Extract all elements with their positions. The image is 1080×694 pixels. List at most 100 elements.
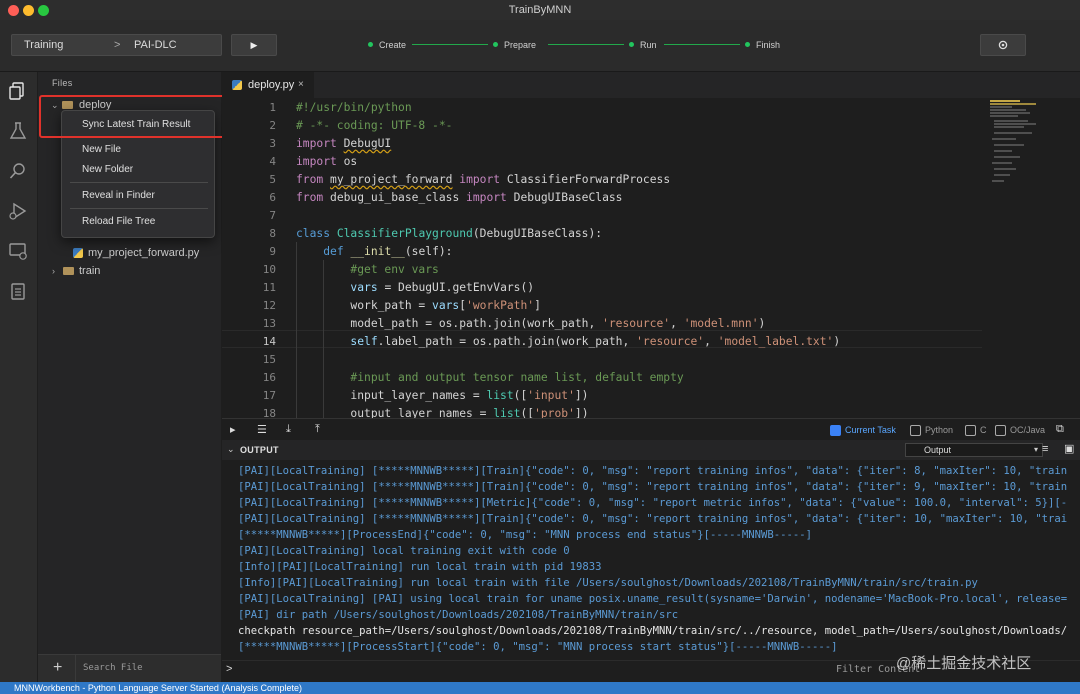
code-line: self.label_path = os.path.join(work_path… bbox=[350, 335, 841, 348]
log-line: [PAI][LocalTraining] local training exit… bbox=[238, 545, 570, 557]
search-icon[interactable] bbox=[7, 160, 29, 182]
tab-deploy-py[interactable]: deploy.py × bbox=[222, 72, 314, 98]
tree-item-my-project-forward[interactable]: my_project_forward.py bbox=[38, 244, 221, 262]
breadcrumb-pai-dlc[interactable]: PAI-DLC bbox=[134, 35, 177, 55]
explorer-header: Files bbox=[52, 78, 73, 88]
gear-icon bbox=[998, 40, 1008, 50]
breadcrumb-separator: > bbox=[114, 39, 121, 51]
search-file-input[interactable]: Search File bbox=[83, 663, 143, 673]
list-icon[interactable]: ☰ bbox=[257, 423, 267, 436]
chevron-right-icon: › bbox=[52, 266, 55, 276]
line-number: 6 bbox=[269, 191, 276, 204]
tree-item-label: my_project_forward.py bbox=[88, 247, 200, 259]
checkbox-label: Python bbox=[925, 425, 954, 435]
files-icon[interactable] bbox=[7, 80, 29, 102]
editor-tab-bar: deploy.py × bbox=[222, 72, 1080, 98]
step-connector bbox=[548, 44, 624, 45]
python-file-icon bbox=[232, 80, 242, 90]
toolbar: Training > PAI-DLC ▶ Create Prepare Run … bbox=[0, 20, 1080, 72]
log-line: [PAI][LocalTraining] [*****MNNWB*****][M… bbox=[238, 497, 1068, 509]
checkbox-label: C bbox=[980, 425, 987, 435]
line-number: 17 bbox=[262, 389, 276, 402]
chevron-down-icon: ▾ bbox=[1033, 445, 1038, 454]
code-line: # -*- coding: UTF-8 -*- bbox=[296, 119, 453, 132]
menu-item-new-file[interactable]: New File bbox=[82, 144, 121, 155]
code-line: from debug_ui_base_class import DebugUIB… bbox=[296, 191, 623, 204]
log-line: [*****MNNWB*****][ProcessEnd]{"code": 0,… bbox=[238, 529, 813, 541]
log-line: [Info][PAI][LocalTraining] run local tra… bbox=[238, 561, 602, 573]
tab-label: deploy.py bbox=[248, 79, 295, 91]
code-line: #get env vars bbox=[350, 263, 439, 276]
play-icon[interactable]: ▸ bbox=[230, 423, 236, 436]
step-prepare: Prepare bbox=[493, 39, 536, 51]
line-number: 5 bbox=[269, 173, 276, 186]
status-bar: MNNWorkbench - Python Language Server St… bbox=[0, 682, 1080, 694]
menu-item-reload-file-tree[interactable]: Reload File Tree bbox=[82, 216, 155, 227]
line-number: 9 bbox=[269, 245, 276, 258]
flask-icon[interactable] bbox=[7, 120, 29, 142]
output-title: OUTPUT bbox=[240, 445, 279, 455]
platform-breadcrumb[interactable]: Training > PAI-DLC bbox=[11, 34, 222, 56]
line-number: 3 bbox=[269, 137, 276, 150]
add-file-button[interactable]: + bbox=[53, 659, 62, 677]
tree-item-train[interactable]: › train bbox=[38, 262, 221, 280]
chevron-down-icon[interactable]: ⌄ bbox=[227, 444, 235, 455]
step-run: Run bbox=[629, 39, 657, 51]
line-number: 1 bbox=[269, 101, 276, 114]
activity-bar bbox=[0, 72, 37, 682]
output-channel-select[interactable]: Output ▾ bbox=[905, 443, 1043, 457]
log-line: checkpath resource_path=/Users/soulghost… bbox=[238, 625, 1068, 637]
checkbox-label: Current Task bbox=[845, 425, 896, 435]
debug-run-icon[interactable] bbox=[7, 200, 29, 222]
close-window-button[interactable] bbox=[8, 5, 19, 16]
log-line: [Info][PAI][LocalTraining] run local tra… bbox=[238, 577, 978, 589]
settings-button[interactable] bbox=[980, 34, 1026, 56]
log-line: [PAI][LocalTraining] [*****MNNWB*****][T… bbox=[238, 465, 1068, 477]
output-log[interactable]: [PAI][LocalTraining] [*****MNNWB*****][T… bbox=[222, 460, 1080, 660]
code-line: input_layer_names = list(['input']) bbox=[296, 389, 589, 402]
line-number: 7 bbox=[269, 209, 276, 222]
line-number: 11 bbox=[262, 281, 276, 294]
python-checkbox[interactable] bbox=[910, 425, 921, 436]
breadcrumb-training[interactable]: Training bbox=[24, 35, 63, 55]
log-line: [PAI][LocalTraining] [*****MNNWB*****][T… bbox=[238, 513, 1068, 525]
menu-item-reveal-in-finder[interactable]: Reveal in Finder bbox=[82, 190, 155, 201]
clipboard-icon[interactable] bbox=[7, 280, 29, 302]
copy-icon[interactable]: ⧉ bbox=[1056, 423, 1064, 436]
c-checkbox[interactable] bbox=[965, 425, 976, 436]
panel-toolbar: ▸ ☰ ⤓ ⤒ Current Task Python C OC/Java ⧉ bbox=[222, 418, 1080, 440]
oc-java-checkbox[interactable] bbox=[995, 425, 1006, 436]
output-panel-header: ⌄ OUTPUT Output ▾ ≡ ▣ bbox=[222, 440, 1080, 460]
log-line: [PAI][LocalTraining] [PAI] using local t… bbox=[238, 593, 1068, 605]
code-line: model_path = os.path.join(work_path, 're… bbox=[296, 317, 766, 330]
code-line: output_layer_names = list(['prob']) bbox=[296, 407, 589, 418]
log-line: [PAI] dir path /Users/soulghost/Download… bbox=[238, 609, 679, 621]
code-line: #!/usr/bin/python bbox=[296, 101, 412, 114]
current-task-checkbox[interactable] bbox=[830, 425, 841, 436]
title-bar: TrainByMNN bbox=[0, 0, 1080, 20]
run-button[interactable]: ▶ bbox=[231, 34, 277, 56]
upload-icon[interactable]: ⤒ bbox=[315, 423, 320, 436]
zoom-window-button[interactable] bbox=[38, 5, 49, 16]
clear-output-icon[interactable]: ≡ bbox=[1042, 443, 1048, 455]
tree-item-label: train bbox=[79, 265, 101, 277]
close-icon[interactable]: × bbox=[298, 72, 304, 98]
python-file-icon bbox=[73, 248, 83, 258]
step-connector bbox=[664, 44, 740, 45]
app-window: TrainByMNN Training > PAI-DLC ▶ Create P… bbox=[0, 0, 1080, 694]
line-number: 4 bbox=[269, 155, 276, 168]
minimize-window-button[interactable] bbox=[23, 5, 34, 16]
code-line: import os bbox=[296, 155, 358, 168]
download-icon[interactable]: ⤓ bbox=[286, 423, 291, 436]
checkbox-label: OC/Java bbox=[1010, 425, 1046, 435]
step-create: Create bbox=[368, 39, 406, 51]
lock-icon[interactable]: ▣ bbox=[1064, 442, 1074, 455]
remote-monitor-icon[interactable] bbox=[7, 240, 29, 262]
search-file-bar: + Search File bbox=[38, 654, 221, 683]
line-number: 16 bbox=[262, 371, 276, 384]
line-number: 12 bbox=[262, 299, 276, 312]
menu-item-new-folder[interactable]: New Folder bbox=[82, 164, 133, 175]
code-editor[interactable]: 1 2 3 4 5 6 7 8 9 10 11 12 13 14 15 16 17 18 #!/usr/bin/p… bbox=[222, 98, 1080, 418]
line-number: 10 bbox=[262, 263, 276, 276]
minimap[interactable] bbox=[988, 98, 1076, 188]
